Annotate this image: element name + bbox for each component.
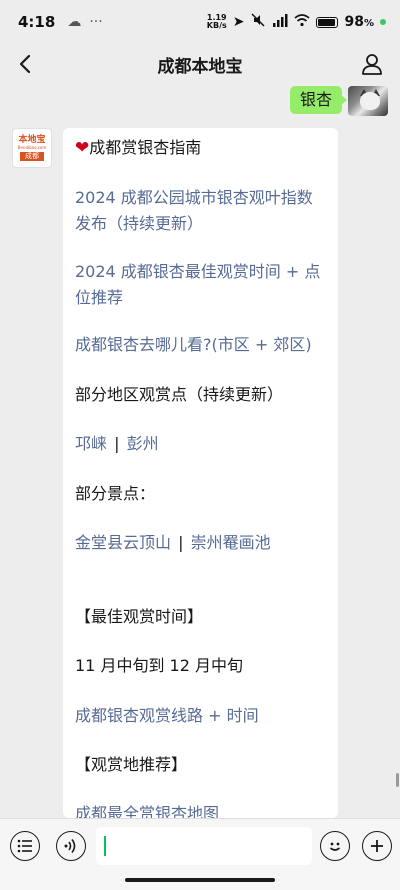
link-ginkgo-map[interactable]: 成都最全赏银杏地图 [75,801,327,818]
link-where-to-see[interactable]: 成都银杏去哪儿看?(市区 + 郊区) [75,332,327,358]
link-route[interactable]: 成都银杏观赏线路 + 时间 [75,703,327,729]
text-caret [104,836,106,856]
separator: | [173,533,189,552]
link-pengzhou[interactable]: 彭州 [127,434,159,453]
menu-button[interactable] [10,831,40,861]
my-avatar[interactable] [348,86,388,116]
official-account-avatar[interactable]: 本地宝 Bendibao.com 成都 [12,128,52,168]
menu-icon [17,839,32,853]
add-icon [371,840,383,852]
spot-links: 金堂县云顶山 | 崇州罨画池 [75,530,327,556]
voice-button[interactable] [56,831,86,861]
home-indicator[interactable] [125,878,275,882]
signal-icon [272,13,288,31]
cat-face [360,92,380,110]
chat-title: 成都本地宝 [157,56,243,77]
status-dot [380,19,386,25]
section-area: 部分地区观赏点（持续更新） [75,385,284,404]
status-time: 4:18 [18,13,56,31]
percent-sign: % [363,18,374,29]
link-yanhuachi[interactable]: 崇州罨画池 [191,533,271,552]
my-message-bubble[interactable]: 银杏 [289,86,348,114]
back-button[interactable] [10,48,40,80]
reply-message-card: ❤成都赏银杏指南 2024 成都公园城市银杏观叶指数发布（持续更新） 2024 … [63,128,338,818]
status-left-icons: ☁ ··· [67,14,102,30]
separator: | [109,434,125,453]
link-qionglai[interactable]: 邛崃 [75,434,107,453]
section-spots: 部分景点： [75,484,156,503]
link-best-time[interactable]: 2024 成都银杏最佳观赏时间 + 点位推荐 [75,259,327,311]
message-input[interactable] [96,827,312,865]
battery-icon [316,16,339,28]
emoji-icon [329,842,341,851]
more-icon: ··· [89,14,103,30]
logo-text-top: 本地宝 [18,135,46,145]
area-links: 邛崃 | 彭州 [75,431,327,457]
scrollbar[interactable] [396,773,399,787]
status-bar: 4:18 ☁ ··· 1.19 KB/s ➤ 98% [0,0,400,44]
cloud-icon: ☁ [67,14,82,30]
emoji-button[interactable] [320,831,350,861]
wifi-icon [294,13,311,31]
add-button[interactable] [362,831,392,861]
chat-header: 成都本地宝 [0,44,400,84]
card-heading: ❤成都赏银杏指南 [75,138,202,158]
back-icon [19,54,31,74]
best-time-text: 11 月中旬到 12 月中旬 [75,656,243,675]
voice-icon [64,839,76,853]
mute-icon [250,12,266,32]
my-message-row: 银杏 [289,86,388,116]
location-icon: ➤ [232,14,245,30]
link-ginkgo-index[interactable]: 2024 成都公园城市银杏观叶指数发布（持续更新） [75,185,327,237]
link-yundingshan[interactable]: 金堂县云顶山 [75,533,171,552]
status-right-icons: 1.19 KB/s ➤ 98% [207,12,386,32]
input-bar [0,818,400,890]
network-speed: 1.19 KB/s [206,13,227,30]
profile-icon [362,54,382,75]
profile-button[interactable] [356,48,388,80]
section-places: 【观赏地推荐】 [75,755,188,774]
logo-text-mid: Bendibao.com [17,145,47,150]
logo-text-bottom: 成都 [20,152,44,161]
heart-icon: ❤ [75,138,90,158]
battery-percent: 98% [344,14,374,30]
section-best-time: 【最佳观赏时间】 [75,607,204,626]
